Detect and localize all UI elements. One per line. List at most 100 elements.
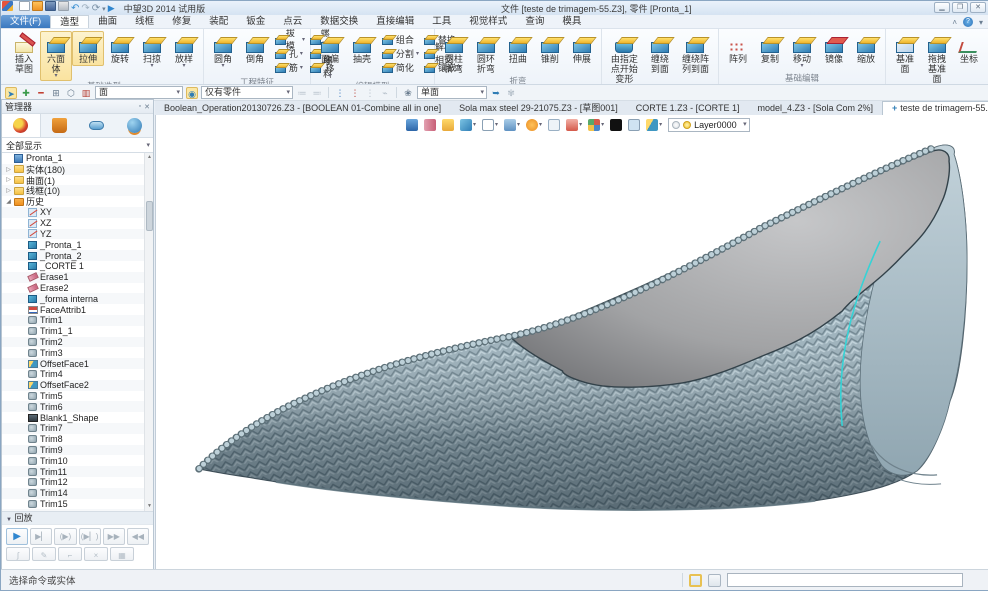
inquire-button[interactable] <box>406 119 418 131</box>
tree-item[interactable]: OffsetFace1 <box>2 358 144 369</box>
taper-button[interactable]: 锥削 <box>534 31 566 66</box>
history-dropdown-icon[interactable]: ▾ <box>102 5 106 15</box>
remove-selection-icon[interactable]: ━ <box>35 87 47 99</box>
tree-item[interactable]: Trim16 <box>2 509 144 511</box>
sweep-button[interactable]: 扫掠▾ <box>136 31 168 71</box>
tree-item[interactable]: Erase1 <box>2 272 144 283</box>
chevron-down-icon[interactable]: ▾ <box>579 121 582 128</box>
filter-option2-icon[interactable]: ≕ <box>311 87 323 99</box>
scale-button[interactable]: 缩放 <box>850 31 882 66</box>
menu-item-11[interactable]: 工具 <box>423 15 460 28</box>
datum-plane-button[interactable]: 基准面 <box>889 31 921 76</box>
rib-button[interactable]: 筋▾ <box>273 60 305 74</box>
tree-item[interactable]: Erase2 <box>2 283 144 294</box>
wrap-to-face-button[interactable]: 缠绕到面 <box>644 31 676 76</box>
revolve-button[interactable]: 旋转 <box>104 31 136 66</box>
command-input[interactable] <box>727 573 963 587</box>
shaded-display-button[interactable]: ▾ <box>460 119 476 131</box>
zoom-window-button[interactable]: ▾ <box>526 119 542 131</box>
replay-section-header[interactable]: ▼ 回放 <box>2 511 153 524</box>
tree-item[interactable]: Trim10 <box>2 455 144 466</box>
tree-filter-select[interactable]: 全部显示 <box>2 138 153 153</box>
chevron-down-icon[interactable]: ▾ <box>801 64 804 69</box>
replay-play-button[interactable]: ▶ <box>6 528 28 545</box>
twist-button[interactable]: 扭曲 <box>502 31 534 66</box>
tree-item[interactable]: ◢历史 <box>2 196 144 207</box>
simplify-button[interactable]: 简化 <box>380 60 419 74</box>
tree-item[interactable]: Trim7 <box>2 423 144 434</box>
sort-filter1-icon[interactable]: ⋮ <box>334 87 346 99</box>
tree-item[interactable]: ▷实体(180) <box>2 164 144 175</box>
extrude-button[interactable]: 拉伸 <box>72 31 104 66</box>
tree-item[interactable]: Trim14 <box>2 488 144 499</box>
filter-option1-icon[interactable]: ≔ <box>296 87 308 99</box>
tree-item[interactable]: ▷曲面(1) <box>2 175 144 186</box>
combine-button[interactable]: 组合 <box>380 32 419 46</box>
insert-sketch-button[interactable]: 插入草图 <box>8 31 40 76</box>
panel-close-icon[interactable]: ✕ <box>144 103 150 111</box>
doc-tab-3[interactable]: CORTE 1.Z3 - [CORTE 1] <box>627 102 749 115</box>
model-viewport[interactable]: ▾▾▾▾▾▾▾Layer0000 <box>155 115 988 571</box>
tree-item[interactable]: Trim1_1 <box>2 326 144 337</box>
copy-button[interactable]: 复制 <box>754 31 786 66</box>
panel-minimize-icon[interactable]: ▫ <box>139 103 141 111</box>
tree-expander-icon[interactable]: ▷ <box>4 176 13 183</box>
replay-sketch-button[interactable]: ✎ <box>32 547 56 561</box>
tree-item[interactable]: Trim9 <box>2 445 144 456</box>
erase-button[interactable] <box>424 119 436 131</box>
tree-expander-icon[interactable]: ▷ <box>4 166 13 173</box>
box-button[interactable]: 六面体▾ <box>40 31 72 81</box>
tree-item[interactable]: Trim11 <box>2 466 144 477</box>
chamfer-button[interactable]: 倒角 <box>239 31 271 66</box>
prompt-panel-icon[interactable] <box>708 574 721 587</box>
menu-item-12[interactable]: 视觉样式 <box>460 15 516 28</box>
pick-last-icon[interactable]: ➥ <box>490 87 502 99</box>
open-file-icon[interactable] <box>32 1 43 11</box>
align-view-button[interactable]: ▾ <box>566 119 582 131</box>
menu-item-1[interactable]: 文件(F) <box>1 15 50 28</box>
minimize-button[interactable]: ▁ <box>934 2 950 13</box>
doc-tab-1[interactable]: Boolean_Operation20130726.Z3 - [BOOLEAN … <box>155 102 450 115</box>
tree-item[interactable]: _forma interna <box>2 293 144 304</box>
tree-expander-icon[interactable]: ▷ <box>4 187 13 194</box>
new-file-icon[interactable] <box>19 1 30 11</box>
tree-item[interactable]: XY <box>2 207 144 218</box>
cylinder-bend-button[interactable]: 圆柱折弯 <box>438 31 470 76</box>
view-manager-tab[interactable] <box>116 114 154 137</box>
related-pick-icon[interactable]: ✾ <box>505 87 517 99</box>
chevron-down-icon[interactable]: ▾ <box>150 64 153 69</box>
chevron-down-icon[interactable]: ▾ <box>517 121 520 128</box>
shoe-3d-model[interactable] <box>156 115 988 571</box>
tree-scrollbar[interactable]: ▲ ▼ <box>144 153 153 511</box>
draft-button[interactable]: 拔模▾ <box>273 32 305 46</box>
torus-bend-button[interactable]: 圆环折弯 <box>470 31 502 76</box>
tree-item[interactable]: Trim4 <box>2 369 144 380</box>
deform-by-point-button[interactable]: 由指定点开始变形▾ <box>605 31 644 85</box>
menu-item-5[interactable]: 修复 <box>163 15 200 28</box>
tree-item[interactable]: Pronta_1 <box>2 153 144 164</box>
fit-view-button[interactable] <box>548 119 560 131</box>
sort-filter3-icon[interactable]: ⋮ <box>364 87 376 99</box>
tree-item[interactable]: ▷线框(10) <box>2 185 144 196</box>
restore-button[interactable]: ❐ <box>952 2 968 13</box>
view-orientation-button[interactable]: ▾ <box>646 119 662 131</box>
regen-icon[interactable]: ⟳ <box>92 4 100 14</box>
doc-tab-2[interactable]: Sola max steel 29-21075.Z3 - [草图001] <box>450 102 627 115</box>
add-selection-icon[interactable]: ✚ <box>20 87 32 99</box>
tree-item[interactable]: YZ <box>2 229 144 240</box>
chevron-down-icon[interactable]: ▾ <box>601 121 604 128</box>
tree-item[interactable]: Trim15 <box>2 499 144 510</box>
tree-item[interactable]: Trim5 <box>2 391 144 402</box>
polygon-pick-icon[interactable]: ⬡ <box>65 87 77 99</box>
section-view-button[interactable]: ▾ <box>504 119 520 131</box>
pick-filter-select[interactable]: 单面 <box>417 86 487 99</box>
save-icon[interactable] <box>45 1 56 11</box>
color-filter-icon[interactable]: ▥ <box>80 87 92 99</box>
chevron-down-icon[interactable]: ▾ <box>329 74 332 79</box>
hole-button[interactable]: 孔▾ <box>273 46 305 60</box>
tree-item[interactable]: FaceAttrib1 <box>2 304 144 315</box>
replay-rewind-button[interactable]: ◀◀ <box>127 528 149 545</box>
fillet-button[interactable]: 圆角▾ <box>207 31 239 71</box>
chevron-down-icon[interactable]: ▾ <box>300 64 303 71</box>
scroll-down-icon[interactable]: ▼ <box>145 502 153 511</box>
